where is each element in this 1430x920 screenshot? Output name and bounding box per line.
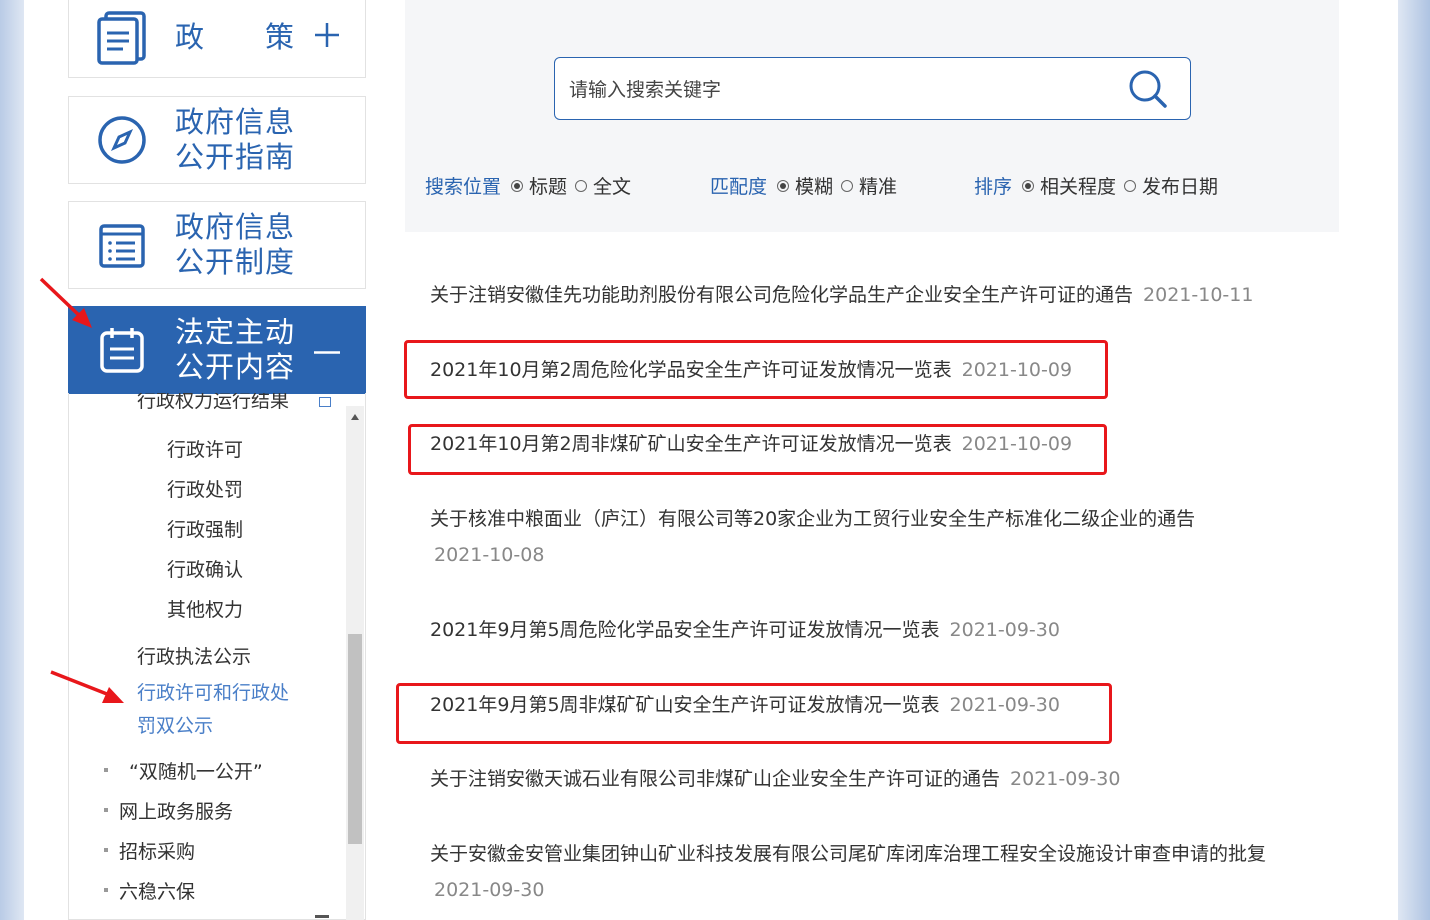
submenu-item[interactable]: 行政确认 (167, 555, 243, 582)
result-title[interactable]: 关于注销安徽佳先功能助剂股份有限公司危险化学品生产企业安全生产许可证的通告 (430, 284, 1133, 306)
document-stack-icon (69, 9, 175, 65)
submenu-item[interactable]: 其他权力 (167, 595, 243, 622)
submenu-item[interactable]: 行政强制 (167, 515, 243, 542)
radio-label: 精准 (859, 176, 898, 198)
bullet-icon (104, 848, 108, 852)
radio-label: 模糊 (795, 176, 834, 198)
sidebar-menu-active-content[interactable]: 法定主动 公开内容 (68, 306, 366, 394)
search-position-label: 搜索位置 (425, 176, 502, 198)
cut-item-icon (315, 915, 329, 918)
radio-label: 发布日期 (1142, 176, 1219, 198)
radio-fuzzy[interactable] (777, 179, 790, 192)
submenu-item-level1[interactable]: 六稳六保 (119, 877, 195, 904)
result-date: 2021-09-30 (949, 619, 1060, 641)
result-date: 2021-10-08 (434, 544, 545, 566)
radio-fulltext[interactable] (575, 179, 588, 192)
submenu-item-level2[interactable]: 行政执法公示 (137, 642, 251, 669)
page-container: 政 策 政府信息 公开指南 政府信息 公开制度 法定主动 公开内容 行政权力运行… (24, 0, 1398, 920)
sidebar-menu-guide[interactable]: 政府信息 公开指南 (68, 96, 366, 184)
highlight-box (396, 683, 1112, 744)
page-background-right (1398, 0, 1430, 920)
result-title[interactable]: 2021年9月第5周危险化学品安全生产许可证发放情况一览表 (430, 619, 940, 641)
bullet-icon (104, 808, 108, 812)
sidebar-menu-label: 政府信息 公开指南 (175, 105, 296, 174)
sidebar-scrollbar[interactable] (346, 406, 364, 920)
submenu-item-level1[interactable]: “双随机一公开” (129, 757, 263, 784)
sort-label: 排序 (974, 176, 1013, 198)
bullet-icon (104, 768, 108, 772)
sidebar-menu-label: 法定主动 公开内容 (175, 315, 296, 384)
radio-label: 全文 (593, 176, 632, 198)
sidebar-menu-label: 政 策 (175, 19, 296, 54)
submenu-item-level1[interactable]: 招标采购 (119, 837, 195, 864)
result-item[interactable]: 2021年9月第5周危险化学品安全生产许可证发放情况一览表 2021-09-30 (430, 612, 1060, 648)
sidebar-menu-policy[interactable]: 政 策 (68, 0, 366, 78)
search-input[interactable] (567, 58, 1111, 121)
result-item[interactable]: 关于核准中粮面业（庐江）有限公司等20家企业为工贸行业安全生产标准化二级企业的通… (430, 501, 1330, 573)
result-item[interactable]: 关于注销安徽天诚石业有限公司非煤矿山企业安全生产许可证的通告 2021-09-30 (430, 761, 1120, 797)
compass-icon (69, 115, 175, 165)
annotation-arrow-icon (50, 670, 124, 703)
submenu-item-cut[interactable]: 行政权力运行结果 (137, 393, 289, 413)
sidebar-menu-label: 政府信息 公开制度 (175, 210, 296, 279)
radio-title[interactable] (511, 179, 524, 192)
search-position-group: 搜索位置 标题 全文 (425, 172, 631, 199)
match-group: 匹配度 模糊 精准 (710, 172, 897, 199)
annotation-arrow-icon (39, 277, 92, 328)
search-panel: 搜索位置 标题 全文 匹配度 模糊 精准 排序 相关程度 发布日期 (405, 0, 1339, 232)
radio-label: 标题 (529, 176, 568, 198)
result-item[interactable]: 关于注销安徽佳先功能助剂股份有限公司危险化学品生产企业安全生产许可证的通告 202… (430, 277, 1253, 313)
radio-exact[interactable] (841, 179, 854, 192)
highlight-box (404, 340, 1108, 399)
result-title[interactable]: 关于注销安徽天诚石业有限公司非煤矿山企业安全生产许可证的通告 (430, 768, 1000, 790)
result-item[interactable]: 关于安徽金安管业集团钟山矿业科技发展有限公司尾矿库闭库治理工程安全设施设计审查申… (430, 836, 1330, 908)
radio-date[interactable] (1124, 179, 1137, 192)
result-date: 2021-10-11 (1143, 284, 1254, 306)
sidebar: 政 策 政府信息 公开指南 政府信息 公开制度 法定主动 公开内容 行政权力运行… (68, 0, 368, 920)
submenu-item[interactable]: 行政许可 (167, 435, 243, 462)
search-box (554, 57, 1191, 121)
minus-icon[interactable] (313, 341, 341, 360)
highlight-box (408, 424, 1107, 475)
sidebar-menu-system[interactable]: 政府信息 公开制度 (68, 201, 366, 289)
bullet-icon (104, 888, 108, 892)
result-date: 2021-09-30 (434, 879, 545, 901)
scrollbar-thumb[interactable] (348, 634, 362, 844)
submenu-item-level2-active[interactable]: 行政许可和行政处罚双公示 (137, 677, 307, 743)
page-background-left (0, 0, 24, 920)
sidebar-submenu: 行政权力运行结果 行政许可 行政处罚 行政强制 行政确认 其他权力 行政执法公示… (68, 393, 366, 920)
match-label: 匹配度 (710, 176, 768, 198)
submenu-item[interactable]: 行政处罚 (167, 475, 243, 502)
submenu-item-level1[interactable]: 网上政务服务 (119, 797, 233, 824)
result-date: 2021-09-30 (1010, 768, 1121, 790)
scroll-up-arrow-icon[interactable] (351, 414, 359, 420)
sort-group: 排序 相关程度 发布日期 (974, 172, 1218, 199)
result-title[interactable]: 关于安徽金安管业集团钟山矿业科技发展有限公司尾矿库闭库治理工程安全设施设计审查申… (430, 843, 1266, 865)
search-icon[interactable] (1128, 69, 1168, 109)
radio-relevance[interactable] (1022, 179, 1035, 192)
list-doc-icon (69, 220, 175, 270)
collapse-icon[interactable] (319, 397, 331, 407)
result-title[interactable]: 关于核准中粮面业（庐江）有限公司等20家企业为工贸行业安全生产标准化二级企业的通… (430, 508, 1195, 530)
plus-icon[interactable] (313, 21, 341, 53)
radio-label: 相关程度 (1040, 176, 1117, 198)
